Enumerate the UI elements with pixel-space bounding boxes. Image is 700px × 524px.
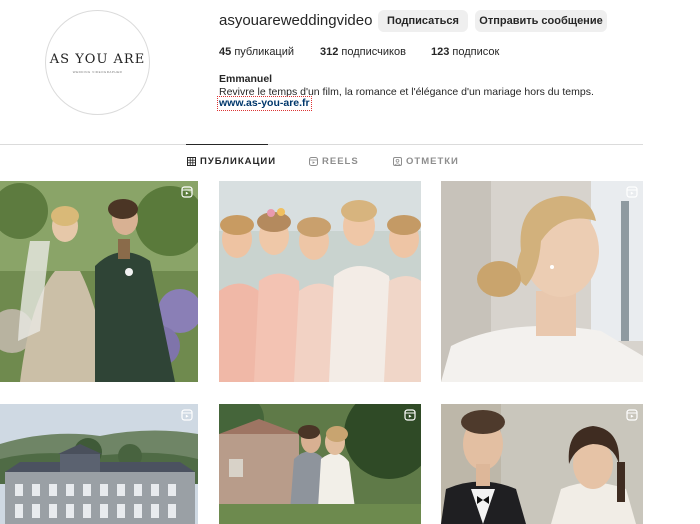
posts-count-stat: 45 публикаций xyxy=(219,46,294,58)
post-tile[interactable] xyxy=(0,404,198,524)
bio-name: Emmanuel xyxy=(219,73,273,85)
following-count: 123 xyxy=(431,46,450,58)
tab-reels[interactable]: REELS xyxy=(309,156,359,167)
reel-icon xyxy=(404,409,416,421)
profile-username: asyouareweddingvideo xyxy=(219,12,373,29)
reel-icon xyxy=(626,409,638,421)
posts-label: публикаций xyxy=(234,46,295,58)
logo-text: AS YOU ARE xyxy=(49,51,146,67)
post-image xyxy=(219,181,421,382)
post-image xyxy=(441,404,643,524)
grid-icon xyxy=(187,157,196,166)
post-image xyxy=(0,181,198,382)
followers-stat[interactable]: 312 подписчиков xyxy=(320,46,406,58)
reel-icon xyxy=(181,186,193,198)
followers-label: подписчиков xyxy=(341,46,406,58)
reels-icon xyxy=(309,157,318,166)
post-image xyxy=(219,404,421,524)
following-label: подписок xyxy=(452,46,500,58)
post-tile[interactable] xyxy=(441,181,643,382)
tab-posts[interactable]: ПУБЛИКАЦИИ xyxy=(187,156,276,167)
tab-tagged-label: ОТМЕТКИ xyxy=(406,156,459,167)
logo-subtext: WEDDING VIDEOGRAPHER xyxy=(72,69,123,74)
website-link[interactable]: www.as-you-are.fr xyxy=(217,96,312,111)
post-image xyxy=(0,404,198,524)
tab-reels-label: REELS xyxy=(322,156,359,167)
reel-icon xyxy=(181,409,193,421)
tabs-divider xyxy=(0,144,643,145)
follow-button[interactable]: Подписаться xyxy=(378,10,468,32)
message-button[interactable]: Отправить сообщение xyxy=(475,10,607,32)
post-image xyxy=(441,181,643,382)
posts-count: 45 xyxy=(219,46,232,58)
tab-tagged[interactable]: ОТМЕТКИ xyxy=(393,156,459,167)
profile-avatar[interactable]: AS YOU ARE WEDDING VIDEOGRAPHER xyxy=(45,10,150,115)
post-tile[interactable] xyxy=(441,404,643,524)
following-stat[interactable]: 123 подписок xyxy=(431,46,499,58)
followers-count: 312 xyxy=(320,46,339,58)
post-tile[interactable] xyxy=(0,181,198,382)
post-tile[interactable] xyxy=(219,404,421,524)
tagged-icon xyxy=(393,157,402,166)
tab-posts-label: ПУБЛИКАЦИИ xyxy=(200,156,277,167)
active-tab-indicator xyxy=(186,144,268,145)
post-tile[interactable] xyxy=(219,181,421,382)
reel-icon xyxy=(626,186,638,198)
